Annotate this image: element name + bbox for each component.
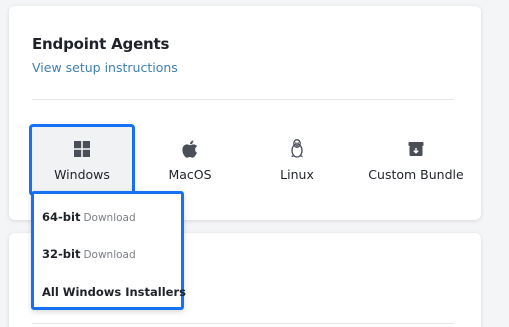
endpoint-agents-card: Endpoint Agents View setup instructions … <box>9 6 481 220</box>
download-64-bit[interactable]: 64-bit Download <box>42 210 136 224</box>
linux-icon <box>289 139 305 159</box>
tab-macos-label: MacOS <box>168 166 212 182</box>
tab-windows[interactable]: Windows <box>29 124 135 196</box>
menu-item-sublabel: Download <box>83 249 136 261</box>
divider <box>32 99 454 100</box>
download-32-bit[interactable]: 32-bit Download <box>42 247 136 261</box>
setup-instructions-link[interactable]: View setup instructions <box>32 60 178 75</box>
tab-macos[interactable]: MacOS <box>155 124 225 196</box>
archive-icon <box>408 139 424 159</box>
tab-linux[interactable]: Linux <box>271 124 323 196</box>
divider <box>32 323 454 324</box>
menu-item-label: 64-bit <box>42 210 81 224</box>
menu-item-label: All Windows Installers <box>42 285 186 299</box>
all-windows-installers[interactable]: All Windows Installers <box>42 285 186 299</box>
page: Endpoint Agents View setup instructions … <box>0 0 509 327</box>
section-title: Endpoint Agents <box>32 35 170 53</box>
windows-download-menu: 64-bit Download 32-bit Download All Window… <box>31 191 186 310</box>
tab-custom-bundle-label: Custom Bundle <box>368 166 464 182</box>
windows-icon <box>74 139 90 159</box>
tab-linux-label: Linux <box>280 166 314 182</box>
apple-icon <box>182 139 198 159</box>
menu-item-label: 32-bit <box>42 247 81 261</box>
tab-custom-bundle[interactable]: Custom Bundle <box>353 124 479 196</box>
menu-item-sublabel: Download <box>83 212 136 224</box>
tab-windows-label: Windows <box>54 166 110 182</box>
